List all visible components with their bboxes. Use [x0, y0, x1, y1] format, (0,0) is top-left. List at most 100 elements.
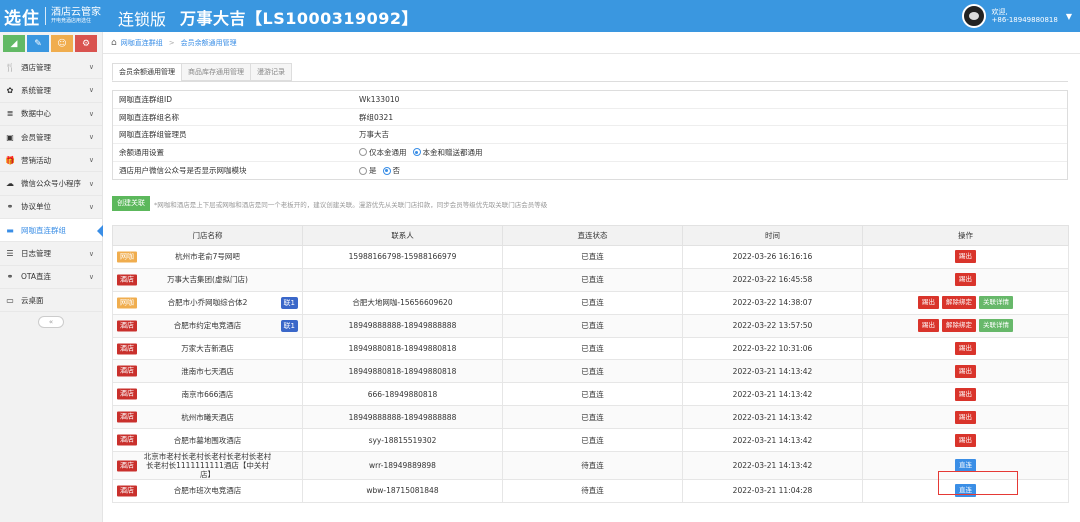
sidebar-item[interactable]: 🎁 营销活动 ∨ — [0, 149, 102, 173]
radio-yes[interactable]: 是 — [359, 165, 377, 176]
menu-icon: 🍴 — [5, 62, 15, 72]
sidebar-tool-button[interactable]: ✎ — [27, 35, 49, 52]
store-cell: 酒店 合肥市约定电竞酒店 联1 — [112, 313, 303, 338]
radio-label: 否 — [392, 166, 401, 176]
radio-principal-only[interactable]: 仅本金通用 — [359, 147, 407, 158]
kick-button[interactable]: 踢出 — [918, 319, 939, 333]
sidebar-item[interactable]: ⚭ OTA直连 ∨ — [0, 266, 102, 289]
sidebar-item[interactable]: ☰ 日志管理 ∨ — [0, 242, 102, 266]
kick-button[interactable]: 踢出 — [955, 273, 976, 287]
home-icon[interactable]: ⌂ — [111, 38, 117, 48]
kick-button[interactable]: 踢出 — [955, 387, 976, 401]
create-link-row: 创建关联 *网咖和酒店是上下层或网咖和酒店是同一个老板开的，建议创建关联。漫游优… — [112, 196, 547, 211]
kick-button[interactable]: 踢出 — [955, 433, 976, 447]
info-row-balance-setting: 余额通用设置 仅本金通用 本金和赠送都通用 — [113, 144, 1067, 162]
column-header-actions: 操作 — [862, 225, 1069, 246]
sidebar-item[interactable]: ⚭ 协议单位 ∨ — [0, 196, 102, 220]
sidebar-item[interactable]: ☁ 微信公众号小程序 ∨ — [0, 172, 102, 196]
store-name: 万家大吉新酒店 — [181, 344, 234, 353]
link-details-button[interactable]: 关联详情 — [979, 319, 1013, 333]
breadcrumb-separator: > — [168, 38, 175, 47]
radio-circle[interactable] — [359, 148, 367, 157]
sidebar-tool-button[interactable]: ☺ — [51, 35, 73, 52]
show-module-radio-group: 是 否 — [359, 165, 1067, 176]
contact-cell: wrr-18949889898 — [302, 451, 503, 481]
status-cell: 已直连 — [502, 336, 683, 361]
logo-subtitle: 酒店云管家 开电竞酒店用选住 — [51, 7, 101, 25]
actions-cell: 踢出 — [862, 405, 1069, 430]
kick-button[interactable]: 踢出 — [918, 296, 939, 310]
radio-circle-selected[interactable] — [382, 166, 391, 175]
store-name: 合肥市墓地围攻酒店 — [173, 435, 242, 445]
menu-icon: ⚭ — [6, 272, 14, 282]
radio-no[interactable]: 否 — [382, 165, 401, 176]
time-cell: 2022-03-21 14:13:42 — [682, 359, 863, 384]
action-buttons: 踢出 解除绑定 关联详情 — [863, 319, 1068, 333]
link-badge: 联1 — [280, 319, 298, 332]
sidebar-tool-button[interactable]: ⚙ — [75, 35, 97, 52]
actions-cell: 踢出 — [862, 336, 1069, 361]
link-details-button[interactable]: 关联详情 — [979, 296, 1013, 310]
sidebar-item[interactable]: ≣ 数据中心 ∨ — [0, 103, 102, 126]
store-cell: 网咖 合肥市小乔网咖综合体2 联1 — [112, 290, 303, 315]
chevron-down-icon: ∨ — [88, 133, 94, 142]
menu-icon: ▬ — [6, 225, 14, 235]
store-type-badge: 酒店 — [117, 274, 137, 286]
kick-button[interactable]: 踢出 — [955, 364, 976, 378]
unbind-button[interactable]: 解除绑定 — [942, 296, 976, 310]
kick-button[interactable]: 踢出 — [955, 250, 976, 264]
tab-roaming-records[interactable]: 漫游记录 — [250, 63, 292, 81]
menu-icon: ✿ — [6, 85, 14, 95]
contact-cell: 合肥大地网咖-15656609620 — [302, 290, 503, 315]
info-label: 网咖直连群组管理员 — [119, 130, 187, 140]
sidebar-tool-button[interactable]: ◢ — [3, 35, 25, 52]
status-cell: 已直连 — [502, 313, 683, 338]
sidebar-item-label: 营销活动 — [21, 155, 51, 165]
sidebar-item[interactable]: 🍴 酒店管理 ∨ — [0, 56, 102, 80]
actions-cell: 踢出 — [862, 267, 1069, 292]
welcome-text: 欢迎, — [991, 8, 1008, 16]
menu-icon: ⚭ — [6, 202, 14, 212]
caret-down-icon[interactable]: ▼ — [1066, 12, 1072, 21]
kick-button[interactable]: 踢出 — [955, 342, 976, 355]
breadcrumb-item-group[interactable]: 网咖直连群组 — [121, 38, 163, 48]
chevron-down-icon: ∨ — [88, 86, 94, 95]
avatar[interactable] — [961, 4, 986, 28]
sidebar-item-label: OTA直连 — [21, 272, 52, 282]
collapse-sidebar-button[interactable]: « — [38, 316, 64, 329]
breadcrumb-item-current[interactable]: 会员余额通用管理 — [181, 38, 237, 48]
info-value: 万事大吉 — [359, 130, 389, 140]
status-cell: 已直连 — [502, 428, 683, 453]
unbind-button[interactable]: 解除绑定 — [942, 319, 976, 333]
radio-circle-selected[interactable] — [412, 148, 421, 157]
menu-icon: 🎁 — [5, 155, 15, 165]
user-menu[interactable]: 欢迎, +86-18949880818 ▼ — [961, 2, 1072, 30]
app-logo[interactable]: 选住 酒店云管家 开电竞酒店用选住 — [4, 4, 101, 29]
create-link-button[interactable]: 创建关联 — [112, 196, 150, 211]
kick-button[interactable]: 踢出 — [955, 410, 976, 424]
status-cell: 已直连 — [502, 267, 683, 292]
radio-circle[interactable] — [359, 166, 367, 175]
user-phone: +86-18949880818 — [991, 16, 1058, 24]
sidebar-item[interactable]: ✿ 系统管理 ∨ — [0, 79, 102, 103]
info-label: 网咖直连群组名称 — [119, 112, 179, 122]
status-cell: 已直连 — [502, 382, 683, 407]
sidebar-item-label: 会员管理 — [21, 132, 51, 142]
column-header-contact: 联系人 — [302, 225, 503, 246]
radio-principal-and-gift[interactable]: 本金和赠送都通用 — [412, 147, 483, 158]
contact-cell: syy-18815519302 — [302, 428, 503, 453]
table-row: 酒店 淮南市七天酒店 18949880818-18949880818 已直连 2022-… — [112, 359, 1069, 384]
tab-member-balance[interactable]: 会员余额通用管理 — [112, 63, 182, 81]
column-header-store: 门店名称 — [112, 225, 303, 246]
store-cell: 酒店 万事大吉集团(虚拟门店) — [112, 267, 303, 292]
sidebar-item[interactable]: ▣ 会员管理 ∨ — [0, 126, 102, 150]
sidebar-item[interactable]: ▬ 网咖直连群组 — [0, 219, 103, 243]
store-cell: 酒店 合肥市墓地围攻酒店 — [112, 428, 303, 453]
store-name: 合肥市约定电竞酒店 — [173, 321, 242, 331]
sidebar-item[interactable]: ▭ 云桌面 — [0, 289, 102, 313]
hotel-name: 万事大吉【LS1000319092】 — [180, 9, 419, 28]
user-info: 欢迎, +86-18949880818 — [992, 8, 1058, 24]
info-label: 余额通用设置 — [119, 147, 164, 157]
menu-icon: ☁ — [6, 179, 14, 189]
tab-inventory[interactable]: 商品库存通用管理 — [181, 63, 251, 81]
